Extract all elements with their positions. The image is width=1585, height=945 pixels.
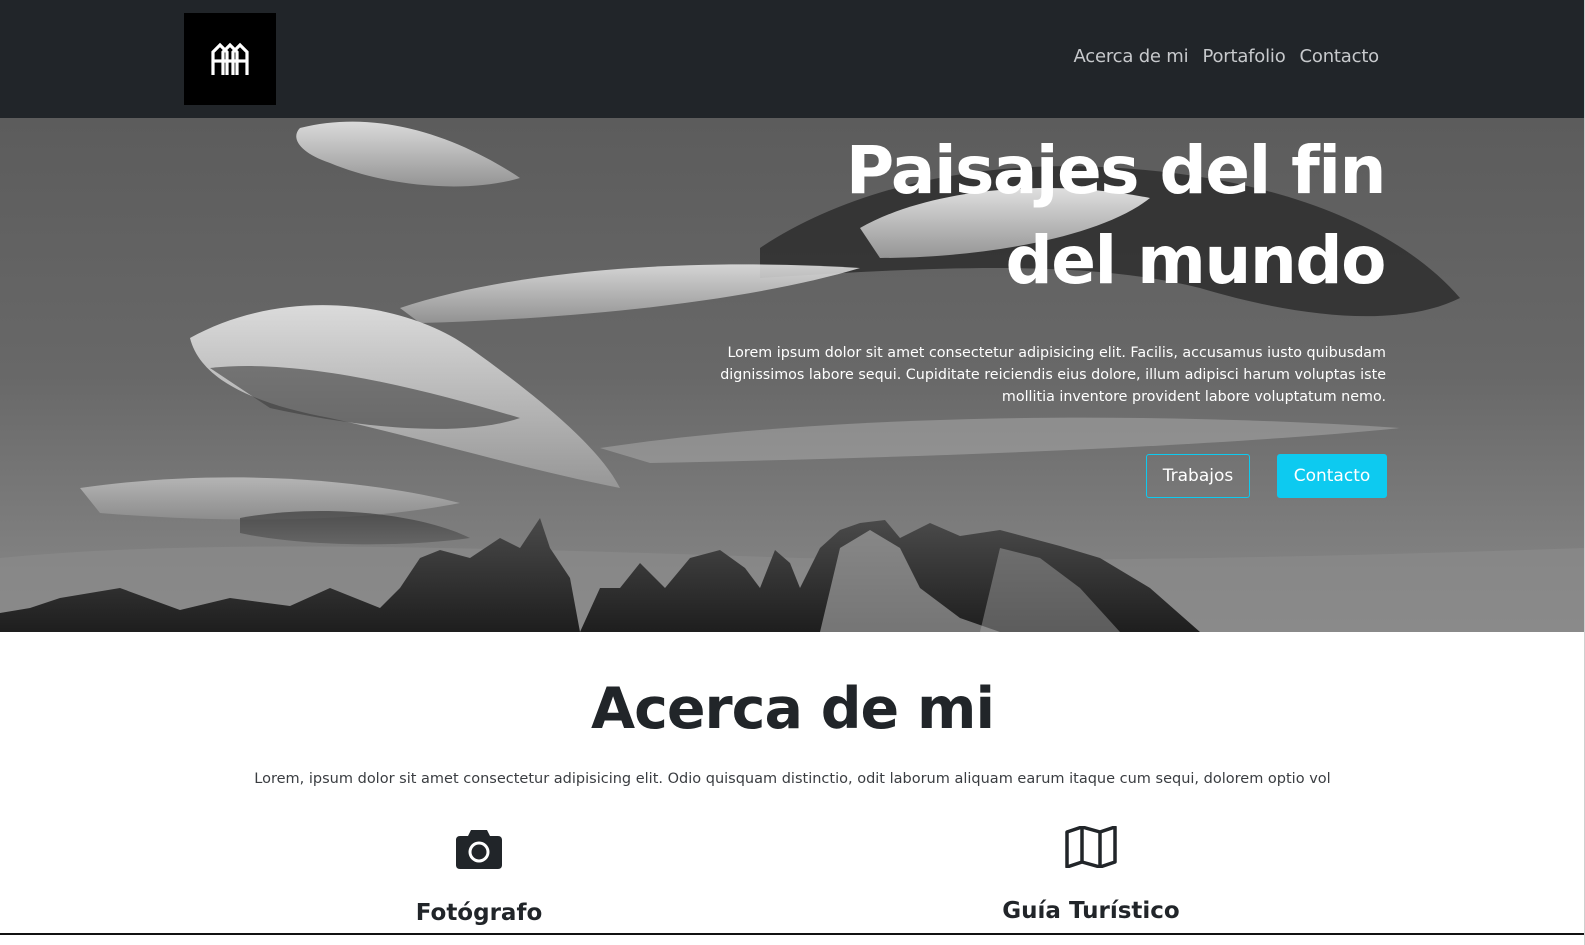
nav-links: Acerca de mi Portafolio Contacto — [1073, 46, 1379, 67]
contacto-button[interactable]: Contacto — [1277, 454, 1387, 498]
nav-link-acerca[interactable]: Acerca de mi — [1073, 46, 1188, 67]
logo-mark-icon — [211, 42, 249, 75]
feature-guia: Guía Turístico — [911, 825, 1271, 924]
hero-title-line1: Paisajes del fin — [845, 132, 1387, 209]
trabajos-button[interactable]: Trabajos — [1146, 454, 1250, 498]
feature-title-guia: Guía Turístico — [1002, 898, 1180, 924]
feature-fotografo: Fotógrafo — [299, 826, 659, 926]
hero-section: Paisajes del fin del mundo Lorem ipsum d… — [0, 118, 1584, 632]
nav-link-contacto[interactable]: Contacto — [1300, 46, 1380, 67]
bottom-divider — [0, 933, 1584, 935]
navbar: Acerca de mi Portafolio Contacto — [0, 0, 1584, 118]
about-title: Acerca de mi — [590, 676, 995, 742]
nav-link-portafolio[interactable]: Portafolio — [1202, 46, 1285, 67]
hero-description: Lorem ipsum dolor sit amet consectetur a… — [720, 345, 1386, 405]
feature-title-fotografo: Fotógrafo — [415, 900, 543, 926]
map-icon — [1065, 825, 1117, 872]
about-description: Lorem, ipsum dolor sit amet consectetur … — [254, 771, 1331, 787]
page: Acerca de mi Portafolio Contacto Paisaje… — [0, 0, 1585, 945]
camera-icon — [455, 826, 503, 874]
hero-title-line2: del mundo — [1005, 222, 1387, 299]
logo[interactable] — [184, 13, 276, 105]
hero-title: Paisajes del fin del mundo — [745, 126, 1387, 306]
